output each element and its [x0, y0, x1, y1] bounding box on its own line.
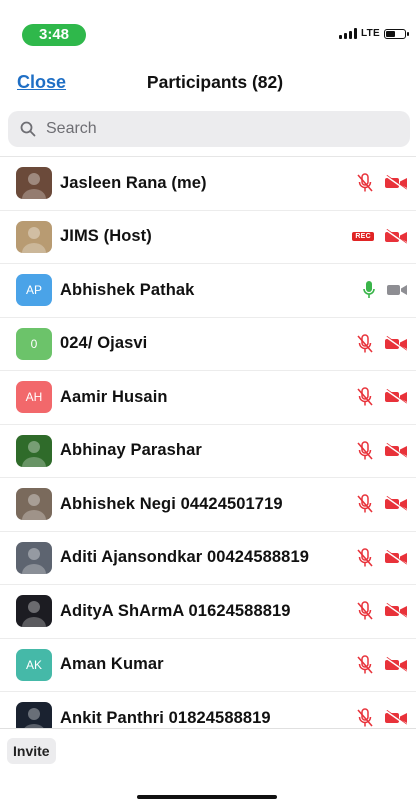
battery-icon [384, 28, 409, 39]
avatar [16, 488, 52, 521]
participant-status-icons [356, 441, 408, 461]
microphone-icon [362, 280, 376, 300]
status-indicators: LTE [338, 28, 409, 39]
microphone-muted-icon [356, 173, 374, 193]
participant-name: AdityA ShArmA 01624588819 [60, 601, 291, 620]
avatar: AP [16, 274, 52, 307]
microphone-muted-icon [356, 441, 374, 461]
participant-status-icons [356, 548, 408, 568]
participant-status-icons [356, 494, 408, 514]
participant-row[interactable]: 0 024/ Ojasvi [0, 318, 416, 371]
recording-badge: REC [352, 232, 374, 242]
participant-name: JIMS (Host) [60, 227, 152, 246]
avatar [16, 595, 52, 628]
participant-row[interactable]: Jasleen Rana (me) [0, 157, 416, 211]
video-off-icon [384, 442, 408, 459]
bottom-toolbar: Invite [0, 728, 416, 800]
avatar-initials: AP [25, 283, 42, 298]
participant-status-icons [356, 601, 408, 621]
profile-photo-icon [22, 494, 46, 521]
profile-photo-icon [22, 601, 46, 628]
avatar: AH [16, 381, 52, 414]
avatar [16, 220, 52, 253]
avatar [16, 702, 52, 729]
participant-row[interactable]: AK Aman Kumar [0, 639, 416, 692]
avatar: 0 [16, 327, 52, 360]
participant-name: 024/ Ojasvi [60, 334, 148, 353]
participant-row[interactable]: Ankit Panthri 01824588819 [0, 692, 416, 729]
signal-icon [338, 28, 357, 39]
participant-row[interactable]: Aditi Ajansondkar 00424588819 [0, 532, 416, 585]
participant-name: Aman Kumar [60, 655, 164, 674]
status-time: 3:48 [22, 24, 86, 46]
avatar [16, 541, 52, 574]
participant-name: Abhishek Pathak [60, 280, 195, 299]
profile-photo-icon [22, 226, 46, 253]
search-icon [20, 121, 36, 137]
participant-list: Jasleen Rana (me) JIMS (Host) REC AP Abhishe… [0, 156, 416, 729]
participant-status-icons [356, 173, 408, 193]
participant-name: Abhishek Negi 04424501719 [60, 494, 283, 513]
participant-status-icons [356, 387, 408, 407]
participant-name: Ankit Panthri 01824588819 [60, 708, 271, 727]
microphone-muted-icon [356, 708, 374, 728]
profile-photo-icon [23, 708, 45, 729]
microphone-muted-icon [356, 655, 374, 675]
microphone-muted-icon [356, 601, 374, 621]
invite-button[interactable]: Invite [7, 738, 56, 764]
participant-row[interactable]: Abhinay Parashar [0, 425, 416, 478]
participant-status-icons [356, 334, 408, 354]
video-off-icon [384, 549, 408, 566]
participant-row[interactable]: AdityA ShArmA 01624588819 [0, 585, 416, 639]
video-off-icon [384, 496, 408, 512]
page-title: Participants (82) [146, 72, 284, 92]
video-off-icon [384, 228, 408, 245]
participant-row[interactable]: JIMS (Host) REC [0, 211, 416, 264]
participant-name: Abhinay Parashar [60, 441, 202, 460]
nav-bar: Close Participants (82) [0, 60, 416, 106]
microphone-muted-icon [356, 494, 374, 514]
participant-name: Jasleen Rana (me) [60, 173, 207, 192]
search-input[interactable] [44, 119, 388, 139]
participant-row[interactable]: AP Abhishek Pathak [0, 264, 416, 318]
video-off-icon [384, 710, 408, 726]
avatar [16, 434, 52, 467]
profile-photo-icon [22, 173, 46, 200]
status-bar: 3:48 LTE [0, 0, 416, 60]
microphone-muted-icon [356, 334, 374, 354]
avatar-initials: AK [25, 657, 42, 672]
participant-status-icons [356, 655, 408, 675]
participant-name: Aditi Ajansondkar 00424588819 [60, 548, 309, 567]
participant-status-icons [356, 708, 408, 728]
participant-status-icons: REC [352, 228, 408, 245]
video-off-icon [384, 603, 408, 619]
microphone-muted-icon [356, 548, 374, 568]
participant-row[interactable]: AH Aamir Husain [0, 371, 416, 425]
avatar: AK [16, 648, 52, 681]
avatar-initials: 0 [30, 336, 38, 351]
network-label: LTE [360, 28, 380, 39]
participant-status-icons [362, 280, 408, 300]
search-bar[interactable] [8, 111, 410, 147]
participant-row[interactable]: Abhishek Negi 04424501719 [0, 478, 416, 532]
profile-photo-icon [22, 547, 46, 574]
video-off-icon [386, 283, 408, 297]
video-off-icon [384, 175, 408, 191]
participant-name: Aamir Husain [60, 387, 168, 406]
avatar [16, 167, 52, 200]
profile-photo-icon [22, 440, 46, 467]
video-off-icon [384, 389, 408, 405]
avatar-initials: AH [25, 390, 43, 405]
video-off-icon [384, 656, 408, 673]
microphone-muted-icon [356, 387, 374, 407]
home-indicator [137, 795, 277, 799]
video-off-icon [384, 335, 408, 352]
